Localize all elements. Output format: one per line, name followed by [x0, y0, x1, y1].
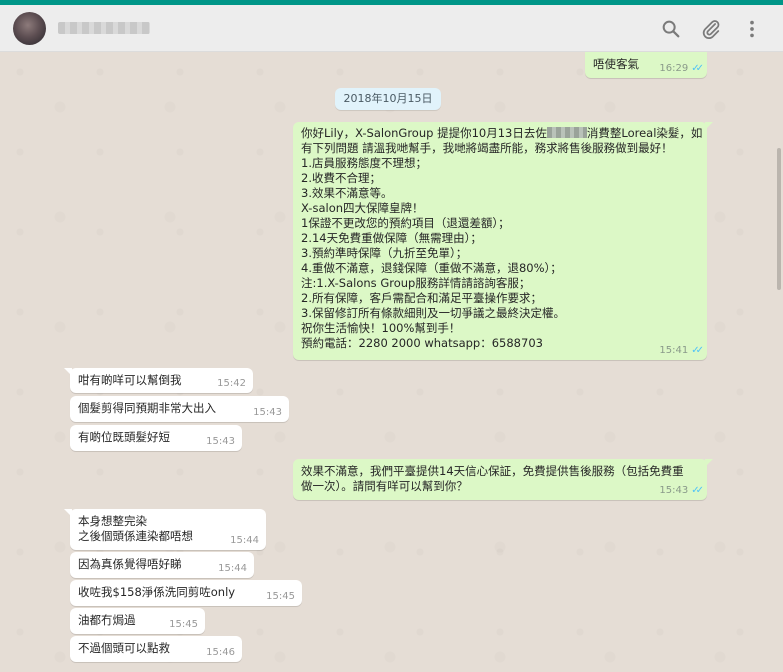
message-text: 收咗我$158淨係洗同剪咗only — [78, 585, 236, 599]
message-line: 4.重做不滿意，退錢保障（重做不滿意，退80%）； — [301, 261, 562, 275]
message-line: 2.14天免費重做保障（無需理由）； — [301, 231, 482, 245]
message-time: 15:44 — [218, 563, 247, 574]
search-icon[interactable] — [660, 18, 682, 40]
read-ticks-icon: ✓✓ — [691, 345, 704, 356]
contact-name-redacted[interactable]: ████████ — [58, 22, 150, 34]
message-outgoing[interactable]: 唔使客氣 16:29 ✓✓ — [585, 52, 707, 78]
message-incoming[interactable]: 有啲位既頭髮好短 15:43 — [70, 425, 242, 451]
read-ticks-icon: ✓✓ — [691, 63, 704, 74]
message-incoming[interactable]: 因為真係覺得唔好睇 15:44 — [70, 552, 254, 578]
message-line: 你好Lily，X-SalonGroup 提提你10月13日去佐 消費整Loreal… — [301, 126, 703, 140]
message-line: 3.保留修訂所有條款細則及一切爭議之最終決定權。 — [301, 306, 565, 320]
message-time: 15:43 — [206, 436, 235, 447]
message-line: 1保證不更改您的預約項目（退還差額）； — [301, 216, 510, 230]
message-line: 有下列問題 請溫我哋幫手，我哋將竭盡所能，務求將售後服務做到最好！ — [301, 141, 673, 155]
message-incoming[interactable]: 本身想整完染 之後個頭係連染都唔想 15:44 — [64, 509, 266, 550]
message-text: 個髮剪得同預期非常大出入 — [78, 401, 216, 415]
message-line: 注:1.X-Salons Group服務詳情請諮詢客服； — [301, 276, 531, 290]
message-outgoing[interactable]: 你好Lily，X-SalonGroup 提提你10月13日去佐 消費整Loreal… — [293, 122, 713, 360]
message-time: 15:45 — [266, 591, 295, 602]
message-time: 15:44 — [230, 535, 259, 546]
message-incoming[interactable]: 個髮剪得同預期非常大出入 15:43 — [70, 396, 289, 422]
paperclip-icon[interactable] — [700, 18, 722, 40]
message-incoming[interactable]: 油都冇焗過 15:45 — [70, 608, 205, 634]
message-time: 15:41 — [659, 345, 689, 356]
message-time: 15:43 — [659, 485, 689, 496]
message-line: 效果不滿意，我們平臺提供14天信心保証，免費提供售後服務（包括免費重 — [301, 464, 684, 478]
message-incoming[interactable]: 不過個頭可以點救 15:46 — [70, 636, 242, 662]
redacted-name — [546, 127, 587, 138]
message-time: 15:45 — [169, 619, 198, 630]
message-time: 16:29 — [659, 63, 689, 74]
message-meta: 15:41 ✓✓ — [659, 345, 704, 357]
message-time: 15:42 — [217, 378, 246, 389]
message-meta: 15:43 ✓✓ — [659, 485, 704, 497]
chat-scrollbar[interactable] — [777, 148, 781, 290]
message-time: 15:46 — [206, 647, 235, 658]
contact-avatar[interactable] — [13, 12, 46, 45]
message-line: 3.效果不滿意等。 — [301, 186, 393, 200]
message-line: X-salon四大保障皇牌！ — [301, 201, 424, 215]
more-vertical-icon[interactable] — [741, 18, 763, 40]
message-line: 2.收費不合理； — [301, 171, 381, 185]
message-incoming[interactable]: 咁有啲咩可以幫倒我 15:42 — [64, 368, 253, 393]
read-ticks-icon: ✓✓ — [691, 485, 704, 496]
chat-header: ████████ — [0, 5, 783, 52]
message-line: 本身想整完染 — [78, 514, 147, 528]
message-incoming[interactable]: 收咗我$158淨係洗同剪咗only 15:45 — [70, 580, 302, 606]
message-line: 1.店員服務態度不理想； — [301, 156, 427, 170]
message-line: 預約電話：2280 2000 whatsapp：6588703 — [301, 336, 543, 350]
message-line: 祝你生活愉快！100%幫到手！ — [301, 321, 461, 335]
message-meta: 16:29 ✓✓ — [659, 63, 704, 75]
date-separator: 2018年10月15日 — [335, 88, 441, 110]
message-line: 3.預約準時保障（九折至免單）； — [301, 246, 468, 260]
message-line: 做一次）。請問有咩可以幫到你？ — [301, 479, 468, 493]
message-time: 15:43 — [253, 407, 282, 418]
message-line: 2.所有保障，客戶需配合和滿足平臺操作要求； — [301, 291, 542, 305]
message-outgoing[interactable]: 效果不滿意，我們平臺提供14天信心保証，免費提供售後服務（包括免費重 做一次）。… — [293, 459, 713, 500]
